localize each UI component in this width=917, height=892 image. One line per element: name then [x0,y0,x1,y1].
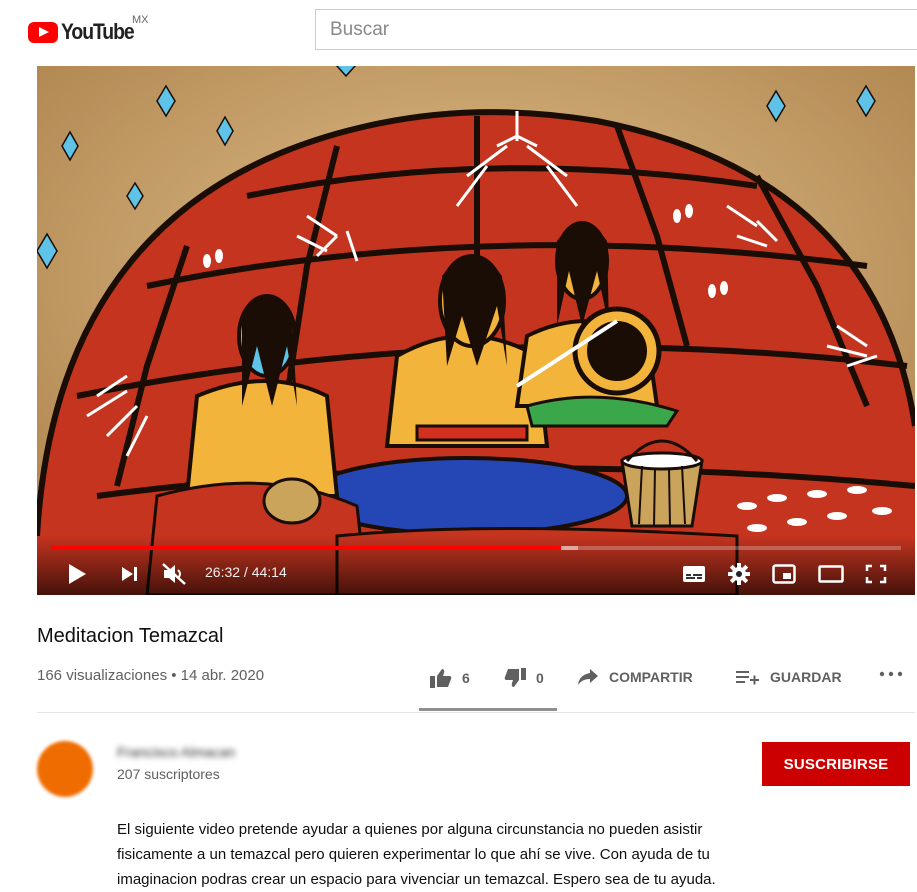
dislike-button[interactable]: 0 [504,668,544,688]
subscriber-count: 207 suscriptores [117,766,220,782]
more-actions-button[interactable] [878,670,904,678]
region-code: MX [132,14,149,26]
settings-icon [728,563,750,585]
theater-icon [818,565,844,583]
search-box[interactable] [315,9,917,50]
video-meta: 166 visualizaciones • 14 abr. 2020 [37,667,265,684]
youtube-logo[interactable]: YouTube [28,19,143,45]
divider [37,712,915,713]
miniplayer-button[interactable] [772,562,796,586]
description-line: fisicamente a un temazcal pero quieren e… [117,846,710,863]
channel-name[interactable]: Francisco Almacan [117,744,235,760]
save-playlist-icon [736,671,759,685]
share-icon [578,669,598,685]
video-title: Meditacion Temazcal [37,625,224,647]
progress-bar[interactable] [51,546,901,550]
youtube-play-logo-icon [28,21,58,43]
next-icon [122,567,137,581]
description-line: El siguiente video pretende ayudar a qui… [117,821,703,838]
mute-button[interactable] [161,562,187,586]
video-frame [37,66,915,595]
save-label: GUARDAR [770,669,842,685]
settings-button[interactable] [728,562,750,586]
subscribe-button[interactable]: SUSCRIBIRSE [762,742,910,786]
fullscreen-button[interactable] [865,562,887,586]
save-button[interactable]: GUARDAR [736,668,842,686]
dislike-count: 0 [536,670,544,686]
share-label: COMPARTIR [609,669,693,685]
played-bar [51,546,561,550]
masthead: YouTube MX [0,0,917,60]
fullscreen-icon [865,564,887,584]
subtitles-button[interactable] [682,562,706,586]
thumbs-down-icon [504,668,526,687]
volume-muted-icon [162,563,186,585]
more-icon [879,671,903,677]
player-controls: 26:32 / 44:14 [37,536,915,595]
like-button[interactable]: 6 [430,668,470,688]
video-player[interactable]: 26:32 / 44:14 [37,66,915,595]
next-button[interactable] [121,562,139,586]
play-icon [69,564,86,584]
logo-text: YouTube [61,19,135,44]
subtitles-icon [683,566,705,582]
theater-mode-button[interactable] [818,562,844,586]
video-description: El siguiente video pretende ayudar a qui… [117,817,907,892]
sentiment-bar [419,708,557,711]
thumbs-up-icon [430,669,452,688]
channel-avatar[interactable] [37,741,93,797]
search-input[interactable] [316,10,917,49]
description-line: imaginacion podras crear un espacio para… [117,871,716,888]
play-button[interactable] [67,562,87,586]
miniplayer-icon [772,564,796,584]
like-count: 6 [462,670,470,686]
share-button[interactable]: COMPARTIR [577,668,693,686]
time-display: 26:32 / 44:14 [205,564,287,580]
